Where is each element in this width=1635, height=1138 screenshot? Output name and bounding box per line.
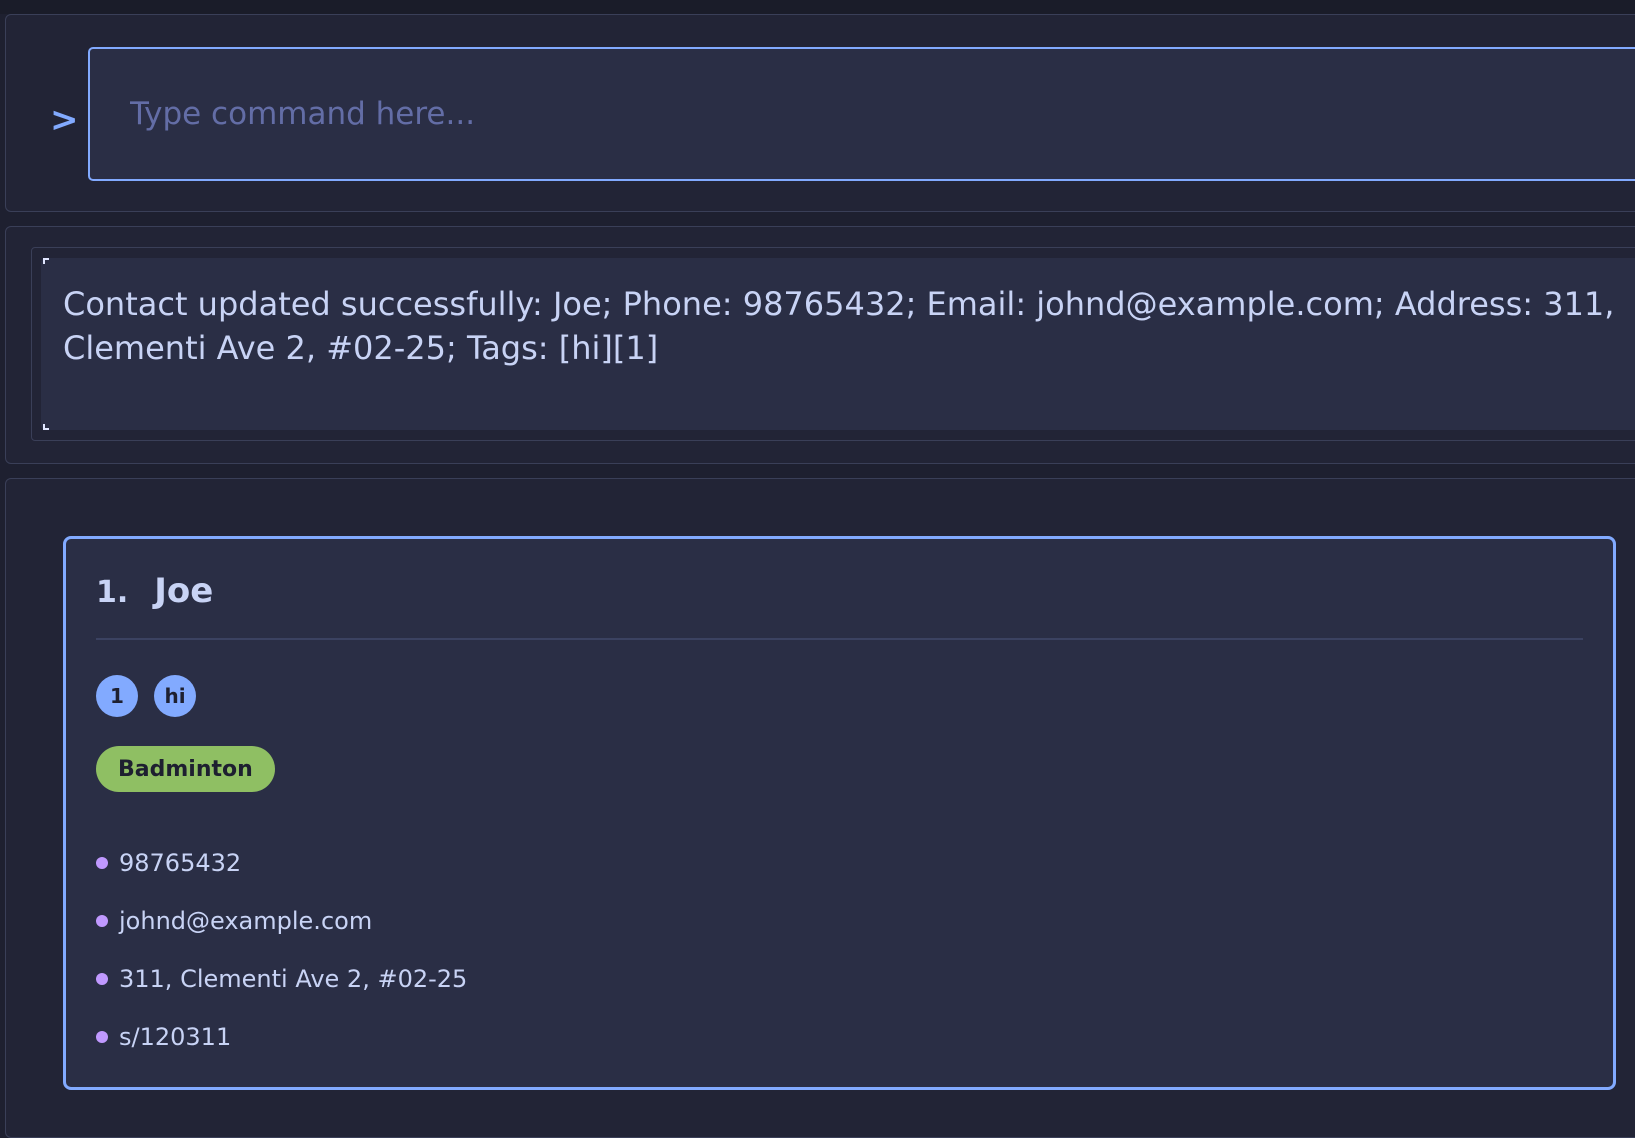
group-tag: Badminton [96,746,275,792]
result-display-frame: Contact updated successfully: Joe; Phone… [31,247,1635,441]
command-input[interactable] [88,47,1635,181]
contact-list-panel: 1. Joe 1 hi Badminton 98765432 johnd@exa… [5,478,1635,1138]
prompt-symbol: > [50,100,79,140]
bullet-icon [96,915,108,927]
result-display[interactable]: Contact updated successfully: Joe; Phone… [41,258,1635,430]
resize-corner-bottom [43,424,49,430]
contact-card-header: 1. Joe [96,571,213,611]
address-item: 311, Clementi Ave 2, #02-25 [96,950,467,1008]
phone-item: 98765432 [96,834,467,892]
contact-index: 1. [96,575,129,610]
tag-badge: hi [154,675,196,717]
tag-badge: 1 [96,675,138,717]
contact-name: Joe [154,571,214,611]
result-message: Contact updated successfully: Joe; Phone… [63,285,1615,367]
card-divider [96,638,1583,640]
bullet-icon [96,857,108,869]
result-panel: Contact updated successfully: Joe; Phone… [5,226,1635,464]
top-strip [0,0,1635,14]
command-panel: > [5,14,1635,212]
address-value: 311, Clementi Ave 2, #02-25 [119,965,468,993]
email-value: johnd@example.com [119,907,373,935]
extra-item: s/120311 [96,1008,467,1066]
resize-corner-top [43,258,49,264]
contact-card[interactable]: 1. Joe 1 hi Badminton 98765432 johnd@exa… [63,536,1616,1090]
bullet-icon [96,973,108,985]
extra-value: s/120311 [119,1023,232,1051]
tag-list: 1 hi [96,675,196,717]
email-item: johnd@example.com [96,892,467,950]
bullet-icon [96,1031,108,1043]
contact-details: 98765432 johnd@example.com 311, Clementi… [96,834,467,1066]
phone-value: 98765432 [119,849,242,877]
